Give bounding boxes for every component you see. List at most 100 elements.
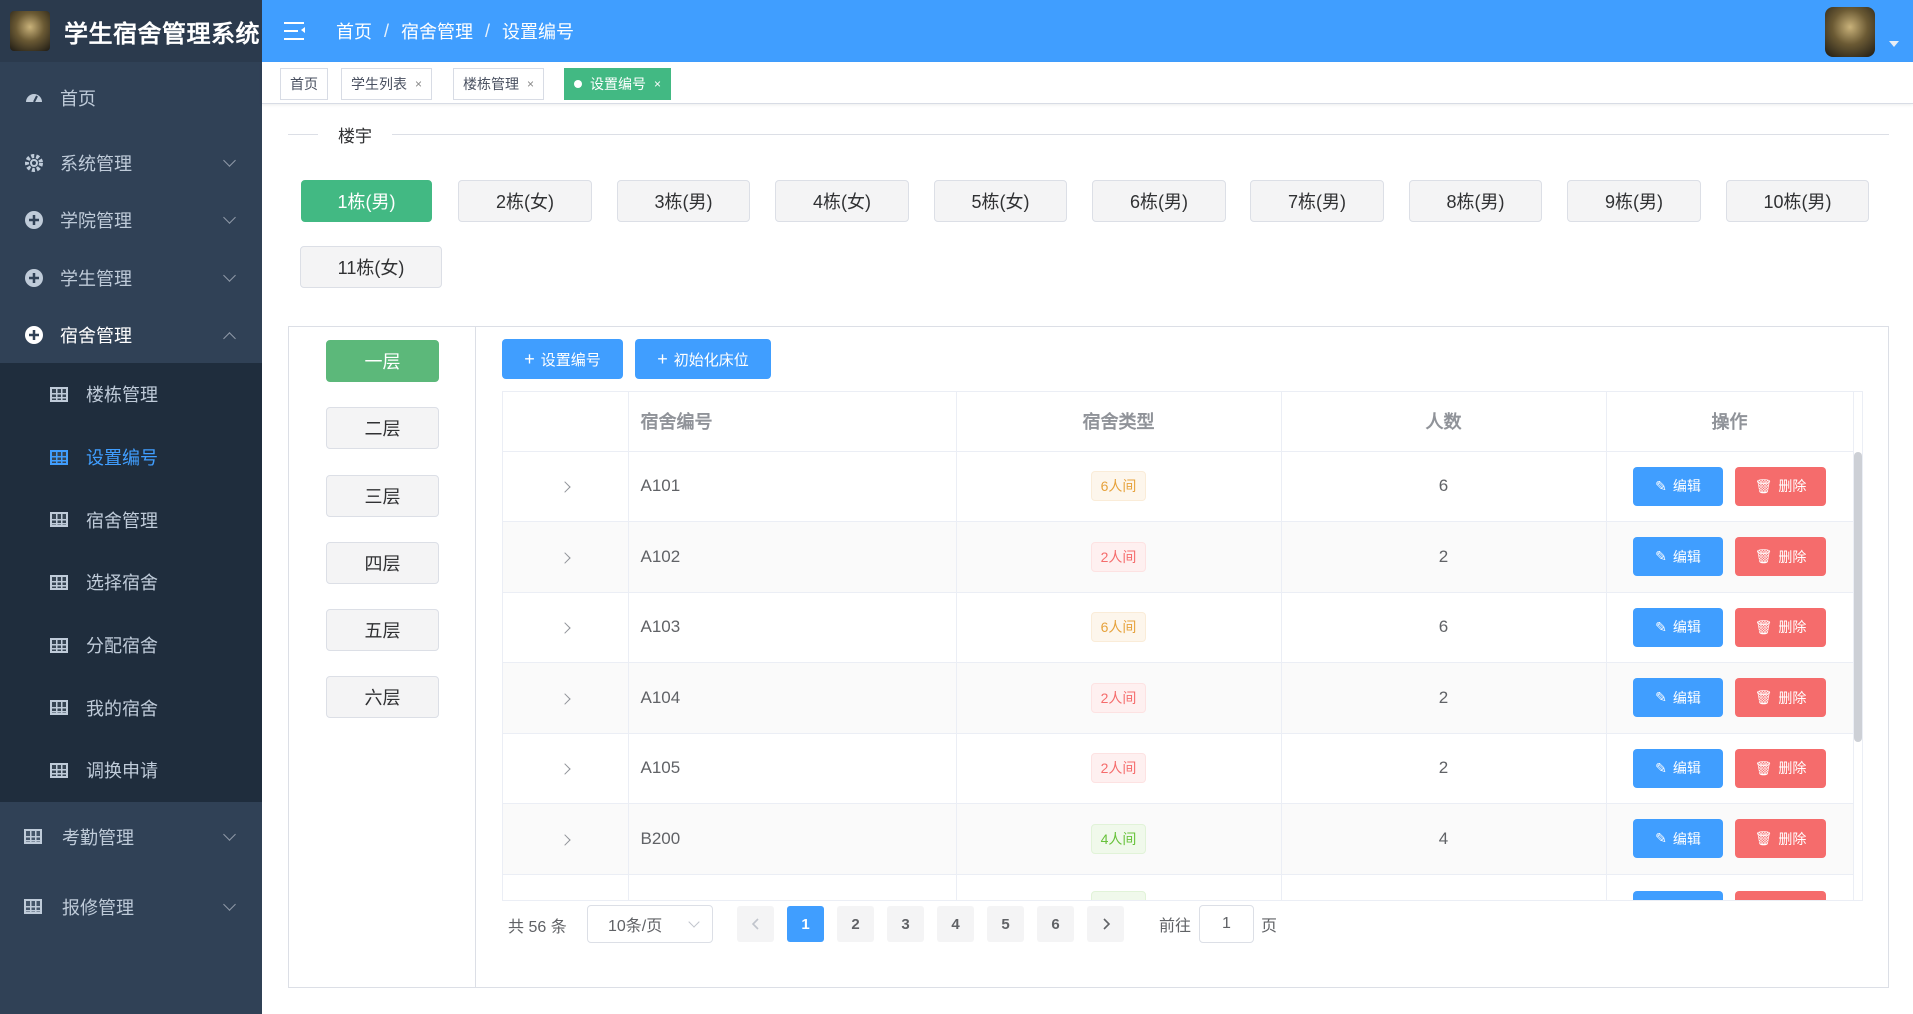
sidebar-item-system[interactable]: 系统管理	[0, 134, 262, 191]
prev-page-button[interactable]	[737, 906, 774, 942]
page-number[interactable]: 2	[837, 906, 874, 942]
sidebar-item-label: 我的宿舍	[86, 698, 158, 719]
tag-home[interactable]: 首页	[280, 68, 328, 100]
edit-button[interactable]: ✎ 编辑	[1633, 748, 1723, 788]
floor-button[interactable]: 二层	[326, 407, 439, 449]
sidebar-item-assign-dorm[interactable]: 分配宿舍	[0, 614, 262, 677]
sidebar-item-home[interactable]: 首页	[0, 62, 262, 134]
close-icon[interactable]: ×	[654, 77, 661, 91]
floor-button[interactable]: 一层	[326, 340, 439, 382]
breadcrumb: 首页 / 宿舍管理 / 设置编号	[336, 18, 574, 44]
chevron-right-icon	[1102, 918, 1110, 930]
expand-arrow-icon[interactable]	[559, 834, 571, 846]
edit-button[interactable]: ✎ 编辑	[1633, 678, 1723, 718]
page-number[interactable]: 5	[987, 906, 1024, 942]
tag-building-manage[interactable]: 楼栋管理 ×	[453, 68, 545, 100]
app-title: 学生宿舍管理系统	[64, 20, 260, 48]
delete-button[interactable]: 🗑 删除	[1735, 466, 1826, 506]
building-button[interactable]: 5栋(女)	[934, 180, 1067, 222]
building-button[interactable]: 1栋(男)	[301, 180, 432, 222]
table-scrollbar[interactable]	[1854, 452, 1862, 742]
edit-icon: ✎	[1655, 689, 1667, 706]
delete-button[interactable]: 🗑 删除	[1735, 607, 1826, 647]
delete-button[interactable]	[1735, 890, 1826, 900]
page-number[interactable]: 1	[787, 906, 824, 942]
caret-down-icon[interactable]	[1889, 41, 1899, 47]
edit-button[interactable]: ✎ 编辑	[1633, 607, 1723, 647]
floor-button[interactable]: 六层	[326, 676, 439, 718]
floor-button[interactable]: 四层	[326, 542, 439, 584]
page-number[interactable]: 6	[1037, 906, 1074, 942]
close-icon[interactable]: ×	[527, 77, 534, 91]
page-number[interactable]: 3	[887, 906, 924, 942]
expand-arrow-icon[interactable]	[559, 763, 571, 775]
sidebar-item-label: 宿舍管理	[60, 325, 132, 346]
delete-button[interactable]: 🗑 删除	[1735, 748, 1826, 788]
sidebar-item-repair[interactable]: 报修管理	[0, 872, 262, 942]
delete-button[interactable]: 🗑 删除	[1735, 819, 1826, 859]
goto-page-input[interactable]: 1	[1199, 905, 1254, 943]
sidebar-item-attendance[interactable]: 考勤管理	[0, 802, 262, 872]
table-icon	[50, 700, 68, 716]
floor-button[interactable]: 三层	[326, 475, 439, 517]
button-label: 删除	[1778, 760, 1807, 777]
delete-button[interactable]: 🗑 删除	[1735, 537, 1826, 577]
section-divider	[288, 134, 1889, 135]
expand-arrow-icon[interactable]	[559, 481, 571, 493]
sidebar-item-student[interactable]: 学生管理	[0, 249, 262, 306]
sidebar-item-college[interactable]: 学院管理	[0, 191, 262, 249]
close-icon[interactable]: ×	[415, 77, 422, 91]
sidebar-item-label: 首页	[60, 89, 96, 109]
building-button[interactable]: 4栋(女)	[775, 180, 909, 222]
sidebar-item-label: 系统管理	[60, 153, 132, 174]
table-icon	[50, 637, 68, 653]
tag-student-list[interactable]: 学生列表 ×	[341, 68, 433, 100]
circle-plus-icon	[24, 268, 44, 288]
edit-button[interactable]: ✎ 编辑	[1633, 537, 1723, 577]
building-button[interactable]: 3栋(男)	[617, 180, 750, 222]
edit-button[interactable]: ✎ 编辑	[1633, 819, 1723, 859]
building-button[interactable]: 2栋(女)	[458, 180, 592, 222]
chevron-down-icon	[223, 269, 236, 282]
floor-button[interactable]: 五层	[326, 609, 439, 651]
tag-set-number[interactable]: 设置编号 ×	[564, 68, 672, 100]
sidebar-item-my-dorm[interactable]: 我的宿舍	[0, 676, 262, 739]
chevron-down-icon	[223, 154, 236, 167]
sidebar-item-set-number[interactable]: 设置编号	[0, 426, 262, 489]
expand-arrow-icon[interactable]	[559, 622, 571, 634]
building-button[interactable]: 11栋(女)	[300, 246, 442, 288]
breadcrumb-item[interactable]: 首页	[336, 18, 372, 44]
building-button[interactable]: 8栋(男)	[1409, 180, 1542, 222]
expand-arrow-icon[interactable]	[559, 552, 571, 564]
room-type-tag: 2人间	[1090, 753, 1147, 784]
next-page-button[interactable]	[1087, 906, 1124, 942]
room-code: A103	[628, 592, 957, 663]
room-count: 4	[1281, 803, 1607, 875]
table-icon	[50, 762, 68, 778]
building-button[interactable]: 9栋(男)	[1567, 180, 1701, 222]
page-number[interactable]: 4	[937, 906, 974, 942]
table-row: A104 2人间 2 ✎ 编辑 🗑 删除	[503, 662, 1854, 734]
logo-image	[10, 11, 50, 51]
delete-button[interactable]: 🗑 删除	[1735, 678, 1826, 718]
sidebar-item-select-dorm[interactable]: 选择宿舍	[0, 551, 262, 614]
avatar[interactable]	[1825, 7, 1875, 57]
expand-arrow-icon[interactable]	[559, 693, 571, 705]
sidebar-item-dorm-manage[interactable]: 宿舍管理	[0, 488, 262, 551]
building-button[interactable]: 10栋(男)	[1726, 180, 1869, 222]
building-button[interactable]: 6栋(男)	[1092, 180, 1226, 222]
sidebar-item-dorm[interactable]: 宿舍管理	[0, 306, 262, 363]
room-code: A101	[628, 451, 957, 522]
tags-view: 首页 学生列表 × 楼栋管理 × 设置编号 ×	[262, 62, 1913, 104]
edit-button[interactable]: ✎ 编辑	[1633, 466, 1723, 506]
hamburger-icon[interactable]	[284, 22, 306, 40]
sidebar-item-swap-request[interactable]: 调换申请	[0, 739, 262, 802]
sidebar-item-label: 设置编号	[86, 448, 158, 469]
init-beds-button[interactable]: + 初始化床位	[635, 339, 771, 379]
building-button[interactable]: 7栋(男)	[1250, 180, 1384, 222]
set-number-button[interactable]: + 设置编号	[502, 339, 623, 379]
edit-button[interactable]	[1633, 890, 1723, 900]
breadcrumb-item[interactable]: 宿舍管理	[401, 18, 473, 44]
sidebar-item-building-manage[interactable]: 楼栋管理	[0, 363, 262, 426]
page-size-select[interactable]: 10条/页	[587, 905, 713, 943]
